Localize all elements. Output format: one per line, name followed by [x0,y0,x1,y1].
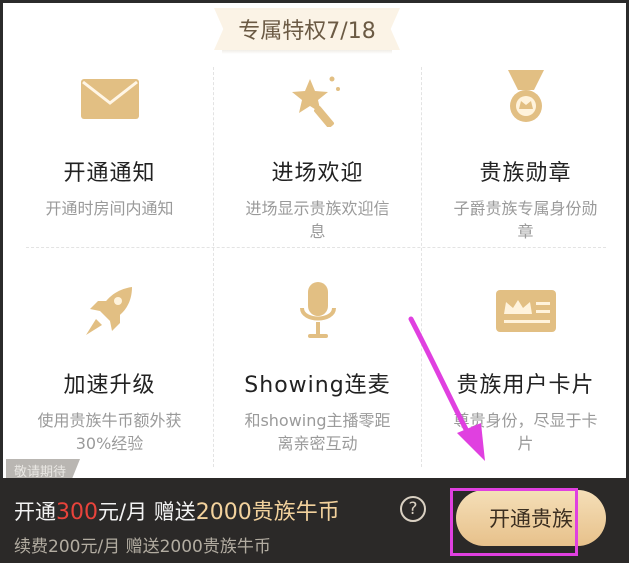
price-prefix: 开通 [14,500,56,524]
grid-divider [26,247,606,248]
privilege-desc: 子爵贵族专属身份勋章 [453,199,598,241]
purchase-bar: 开通300元/月 赠送2000贵族牛币 续费200元/月 赠送2000贵族牛币 … [0,478,629,563]
microphone-icon [288,282,348,338]
privilege-desc: 使用贵族牛币额外获30%经验 [37,411,182,453]
privilege-item-noble-card[interactable]: 贵族用户卡片 尊贵身份，尽显于卡片 [422,249,629,459]
price-line: 开通300元/月 赠送2000贵族牛币 [14,494,340,526]
medal-icon [496,70,556,125]
price-amount: 300 [56,500,98,525]
magic-wand-icon [288,73,348,127]
privilege-desc: 进场显示贵族欢迎信息 [245,199,390,241]
open-noble-button[interactable]: 开通贵族 [456,490,606,546]
renew-price: 续费200元/月 赠送2000贵族牛币 [14,537,271,557]
price-unit: 元/月 赠送 [98,500,196,524]
gift-unit: 贵族牛币 [251,500,340,525]
privilege-title: 进场欢迎 [271,161,364,186]
gift-amount: 2000 [195,500,252,525]
rocket-icon [80,285,140,337]
privilege-grid: 开通通知 开通时房间内通知 进场欢迎 进场显示贵族欢迎信息 贵族勋章 子爵贵族专… [6,37,629,481]
privilege-desc: 和showing主播零距离亲密互动 [244,411,391,453]
privilege-desc: 尊贵身份，尽显于卡片 [453,411,598,453]
page-title: 专属特权7/18 [214,8,400,50]
privilege-item-showing-mic[interactable]: Showing连麦 和showing主播零距离亲密互动 [214,249,421,459]
privilege-item-entry-welcome[interactable]: 进场欢迎 进场显示贵族欢迎信息 [214,37,421,247]
id-card-icon [495,285,556,337]
privilege-item-open-notice[interactable]: 开通通知 开通时房间内通知 [6,37,213,247]
privilege-title: 开通通知 [63,161,156,186]
privilege-item-speed-upgrade[interactable]: 加速升级 使用贵族牛币额外获30%经验 [6,249,213,459]
privilege-title: Showing连麦 [244,373,391,398]
privilege-title: 贵族用户卡片 [456,373,595,398]
help-icon[interactable]: ? [400,496,426,522]
envelope-icon [80,73,140,125]
privilege-desc: 开通时房间内通知 [45,199,174,218]
privilege-title: 加速升级 [63,373,156,398]
privilege-item-noble-medal[interactable]: 贵族勋章 子爵贵族专属身份勋章 [422,37,629,247]
privilege-title: 贵族勋章 [479,161,572,186]
